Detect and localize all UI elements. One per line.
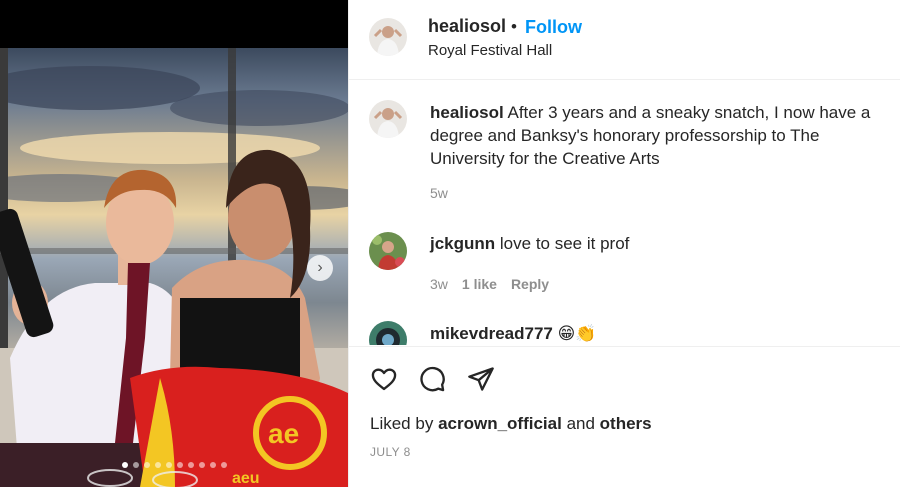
liked-user[interactable]: acrown_official: [438, 414, 562, 433]
carousel-dot: [143, 462, 150, 468]
carousel-dot: [220, 462, 227, 468]
reply-button[interactable]: Reply: [511, 276, 549, 292]
commenter-username[interactable]: jckgunn: [430, 234, 495, 253]
carousel-dot: [198, 462, 205, 468]
carousel-next-button[interactable]: ›: [307, 255, 333, 281]
post-photo[interactable]: ae aeu ›: [0, 0, 348, 487]
commenter-avatar[interactable]: [369, 232, 407, 270]
author-avatar[interactable]: [369, 18, 407, 56]
svg-text:ae: ae: [268, 418, 299, 449]
carousel-dot: [121, 462, 128, 468]
chevron-right-icon: ›: [317, 259, 323, 276]
commenter-username[interactable]: mikevdread777: [430, 324, 553, 343]
carousel-dot: [209, 462, 216, 468]
comment-likes[interactable]: 1 like: [462, 276, 497, 292]
liked-others[interactable]: others: [600, 414, 652, 433]
carousel-dot: [187, 462, 194, 468]
caption-username[interactable]: healiosol: [430, 103, 504, 122]
separator-dot: •: [511, 17, 517, 36]
post-location[interactable]: Royal Festival Hall: [428, 42, 552, 59]
post-header: healiosol • Follow Royal Festival Hall: [349, 0, 900, 80]
post-date: JULY 8: [370, 445, 411, 459]
liked-and: and: [566, 414, 595, 433]
carousel-dot: [165, 462, 172, 468]
caption-text: healiosol After 3 years and a sneaky sna…: [430, 101, 892, 170]
photo-scene: ae aeu: [0, 48, 348, 487]
comment-body: 😁👏: [557, 324, 597, 343]
heart-icon[interactable]: [370, 365, 398, 393]
photo-illustration: ae aeu: [0, 48, 348, 487]
comments-section[interactable]: healiosol After 3 years and a sneaky sna…: [349, 81, 900, 345]
carousel-dots: [0, 462, 348, 468]
commenter-avatar[interactable]: [369, 321, 407, 345]
author-username[interactable]: healiosol: [428, 16, 506, 37]
follow-button[interactable]: Follow: [525, 17, 582, 38]
bag-text: aeu: [232, 470, 260, 487]
comment-text: jckgunn love to see it prof: [430, 234, 629, 254]
share-icon[interactable]: [467, 365, 495, 393]
comment-meta: 3w 1 like Reply: [430, 276, 549, 292]
comment-text: mikevdread777 😁👏: [430, 324, 597, 344]
comment-body: love to see it prof: [499, 234, 630, 253]
liked-prefix: Liked by: [370, 414, 434, 433]
comment-icon[interactable]: [418, 365, 446, 393]
action-bar: Liked by acrown_official and others JULY…: [349, 346, 900, 487]
caption-time: 5w: [430, 185, 448, 201]
post-sidebar: healiosol • Follow Royal Festival Hall h…: [348, 0, 900, 487]
caption-avatar[interactable]: [369, 100, 407, 138]
carousel-dot: [176, 462, 183, 468]
carousel-dot: [132, 462, 139, 468]
liked-by: Liked by acrown_official and others: [370, 414, 652, 434]
comment-time: 3w: [430, 276, 448, 292]
carousel-dot: [154, 462, 161, 468]
